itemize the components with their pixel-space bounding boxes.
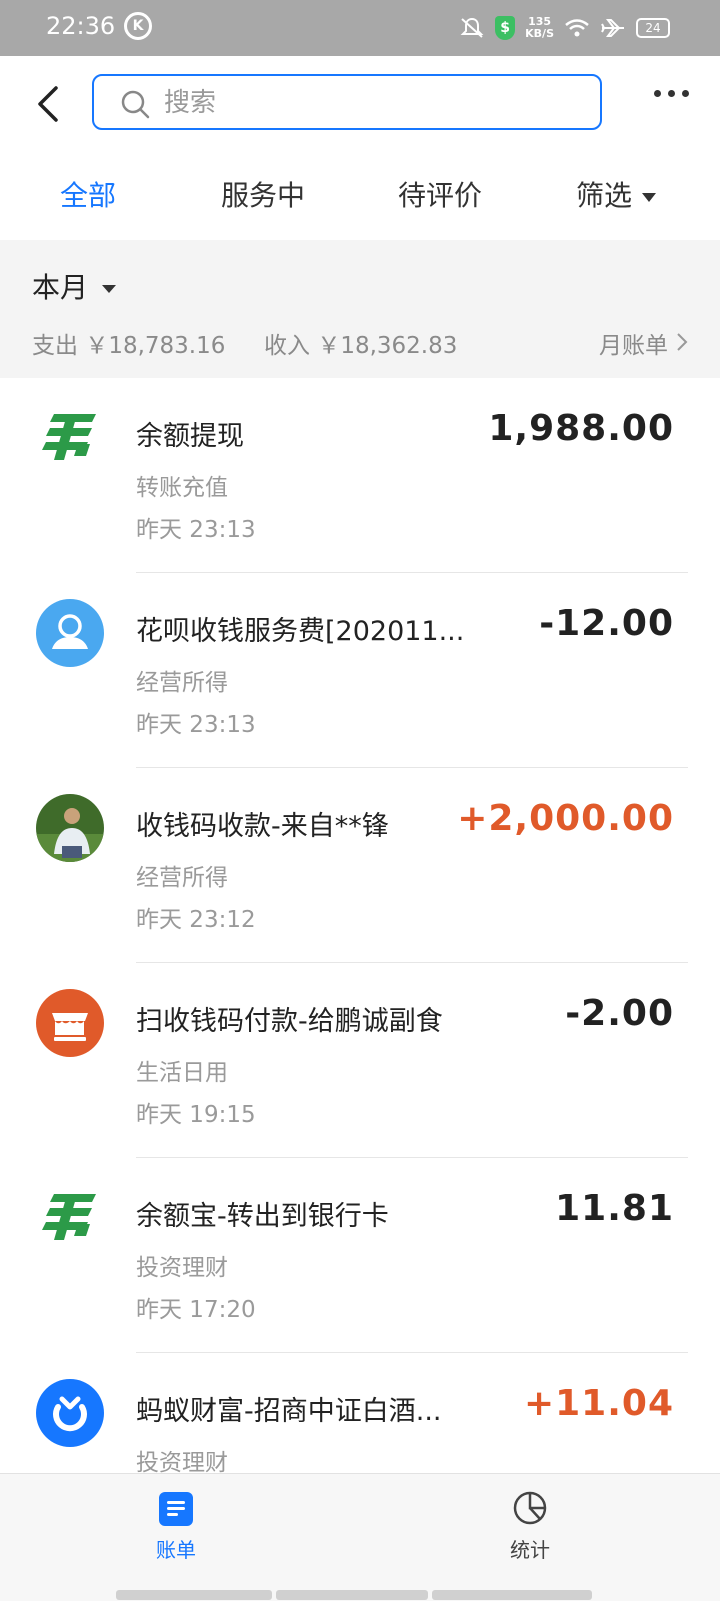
home-indicator (432, 1590, 592, 1600)
shield-icon: $ (495, 16, 516, 40)
transaction-time: 昨天 23:12 (136, 907, 256, 933)
search-input[interactable] (162, 84, 586, 122)
month-totals: 支出 ￥18,783.16 收入 ￥18,362.83 (32, 326, 457, 360)
more-options-icon[interactable] (654, 86, 690, 100)
search-box[interactable] (92, 74, 602, 130)
transaction-row[interactable]: 蚂蚁财富-招商中证白酒... 投资理财 +11.04 (0, 1353, 720, 1473)
transaction-category: 经营所得 (136, 865, 228, 891)
transaction-category: 转账充值 (136, 475, 228, 501)
transaction-list: 余额提现 转账充值 昨天 23:13 1,988.00 花呗收钱服务费[2020… (0, 378, 720, 1473)
transaction-amount: 1,988.00 (488, 408, 674, 449)
transaction-amount: +2,000.00 (457, 798, 674, 839)
caret-down-icon (642, 192, 657, 202)
back-arrow-icon[interactable] (30, 82, 66, 126)
k-badge-icon: K (124, 12, 152, 40)
tab-pending-review[interactable]: 待评价 (398, 174, 482, 214)
transaction-row[interactable]: 扫收钱码付款-给鹏诚副食 生活日用 昨天 19:15 -2.00 (0, 963, 720, 1158)
chevron-right-icon[interactable] (676, 332, 688, 352)
transaction-row[interactable]: 收钱码收款-来自**锋 经营所得 昨天 23:12 +2,000.00 (0, 768, 720, 963)
nav-bill-label: 账单 (156, 1538, 196, 1562)
transaction-category: 投资理财 (136, 1255, 228, 1281)
home-indicator (276, 1590, 428, 1600)
income-value: ￥18,362.83 (317, 333, 458, 359)
transaction-amount: -12.00 (539, 603, 674, 644)
china-post-icon (42, 1194, 96, 1240)
pie-chart-icon (513, 1491, 547, 1525)
status-bar: 22:36 K $ 135 KB/S 24 (0, 0, 720, 56)
wifi-icon (565, 19, 589, 37)
transaction-title: 收钱码收款-来自**锋 (136, 811, 389, 842)
month-summary-section: 本月 支出 ￥18,783.16 收入 ￥18,362.83 月账单 (0, 240, 720, 378)
tab-all[interactable]: 全部 (60, 174, 116, 214)
transaction-amount: -2.00 (565, 993, 674, 1034)
nav-stats[interactable]: 统计 (470, 1474, 590, 1584)
user-avatar-icon (36, 599, 104, 667)
month-selector[interactable]: 本月 (32, 266, 117, 306)
shop-icon (36, 989, 104, 1057)
month-title: 本月 (32, 271, 89, 304)
airplane-icon (601, 19, 624, 37)
transaction-row[interactable]: 余额提现 转账充值 昨天 23:13 1,988.00 (0, 378, 720, 573)
income-label: 收入 (264, 333, 310, 359)
transaction-time: 昨天 19:15 (136, 1102, 256, 1128)
transaction-time: 昨天 17:20 (136, 1297, 256, 1323)
transaction-title: 扫收钱码付款-给鹏诚副食 (136, 1006, 443, 1037)
monthly-bill-link[interactable]: 月账单 (599, 326, 668, 360)
network-speed: 135 KB/S (525, 16, 554, 40)
status-icons: $ 135 KB/S 24 (459, 10, 670, 46)
china-post-icon (42, 414, 96, 460)
tab-filter[interactable]: 筛选 (576, 174, 657, 214)
nav-bill[interactable]: 账单 (116, 1474, 236, 1584)
transaction-category: 投资理财 (136, 1450, 228, 1473)
bill-icon (159, 1492, 193, 1526)
mute-bell-icon (460, 17, 484, 38)
ant-fortune-icon (36, 1379, 104, 1447)
home-indicator (116, 1590, 272, 1600)
nav-stats-label: 统计 (510, 1538, 550, 1562)
tab-bar: 全部 服务中 待评价 筛选 (0, 174, 720, 222)
status-time: 22:36 (46, 12, 116, 40)
transaction-title: 花呗收钱服务费[202011... (136, 616, 465, 647)
transaction-time: 昨天 23:13 (136, 712, 256, 738)
search-icon (121, 90, 150, 119)
bottom-nav: 账单 统计 (0, 1473, 720, 1601)
transaction-time: 昨天 23:13 (136, 517, 256, 543)
battery-icon: 24 (636, 18, 670, 38)
expense-label: 支出 (32, 333, 78, 359)
transaction-amount: +11.04 (523, 1383, 674, 1424)
caret-down-icon (102, 285, 117, 293)
filter-label: 筛选 (576, 179, 633, 212)
transaction-amount: 11.81 (555, 1188, 674, 1229)
header: 全部 服务中 待评价 筛选 (0, 56, 720, 240)
transaction-category: 生活日用 (136, 1060, 228, 1086)
transaction-title: 蚂蚁财富-招商中证白酒... (136, 1396, 442, 1427)
transaction-category: 经营所得 (136, 670, 228, 696)
transaction-row[interactable]: 花呗收钱服务费[202011... 经营所得 昨天 23:13 -12.00 (0, 573, 720, 768)
speed-unit: KB/S (525, 27, 554, 40)
person-photo-avatar (36, 794, 104, 862)
transaction-title: 余额宝-转出到银行卡 (136, 1201, 389, 1232)
transaction-row[interactable]: 余额宝-转出到银行卡 投资理财 昨天 17:20 11.81 (0, 1158, 720, 1353)
tab-in-service[interactable]: 服务中 (221, 174, 305, 214)
expense-value: ￥18,783.16 (85, 333, 226, 359)
transaction-title: 余额提现 (136, 421, 244, 452)
